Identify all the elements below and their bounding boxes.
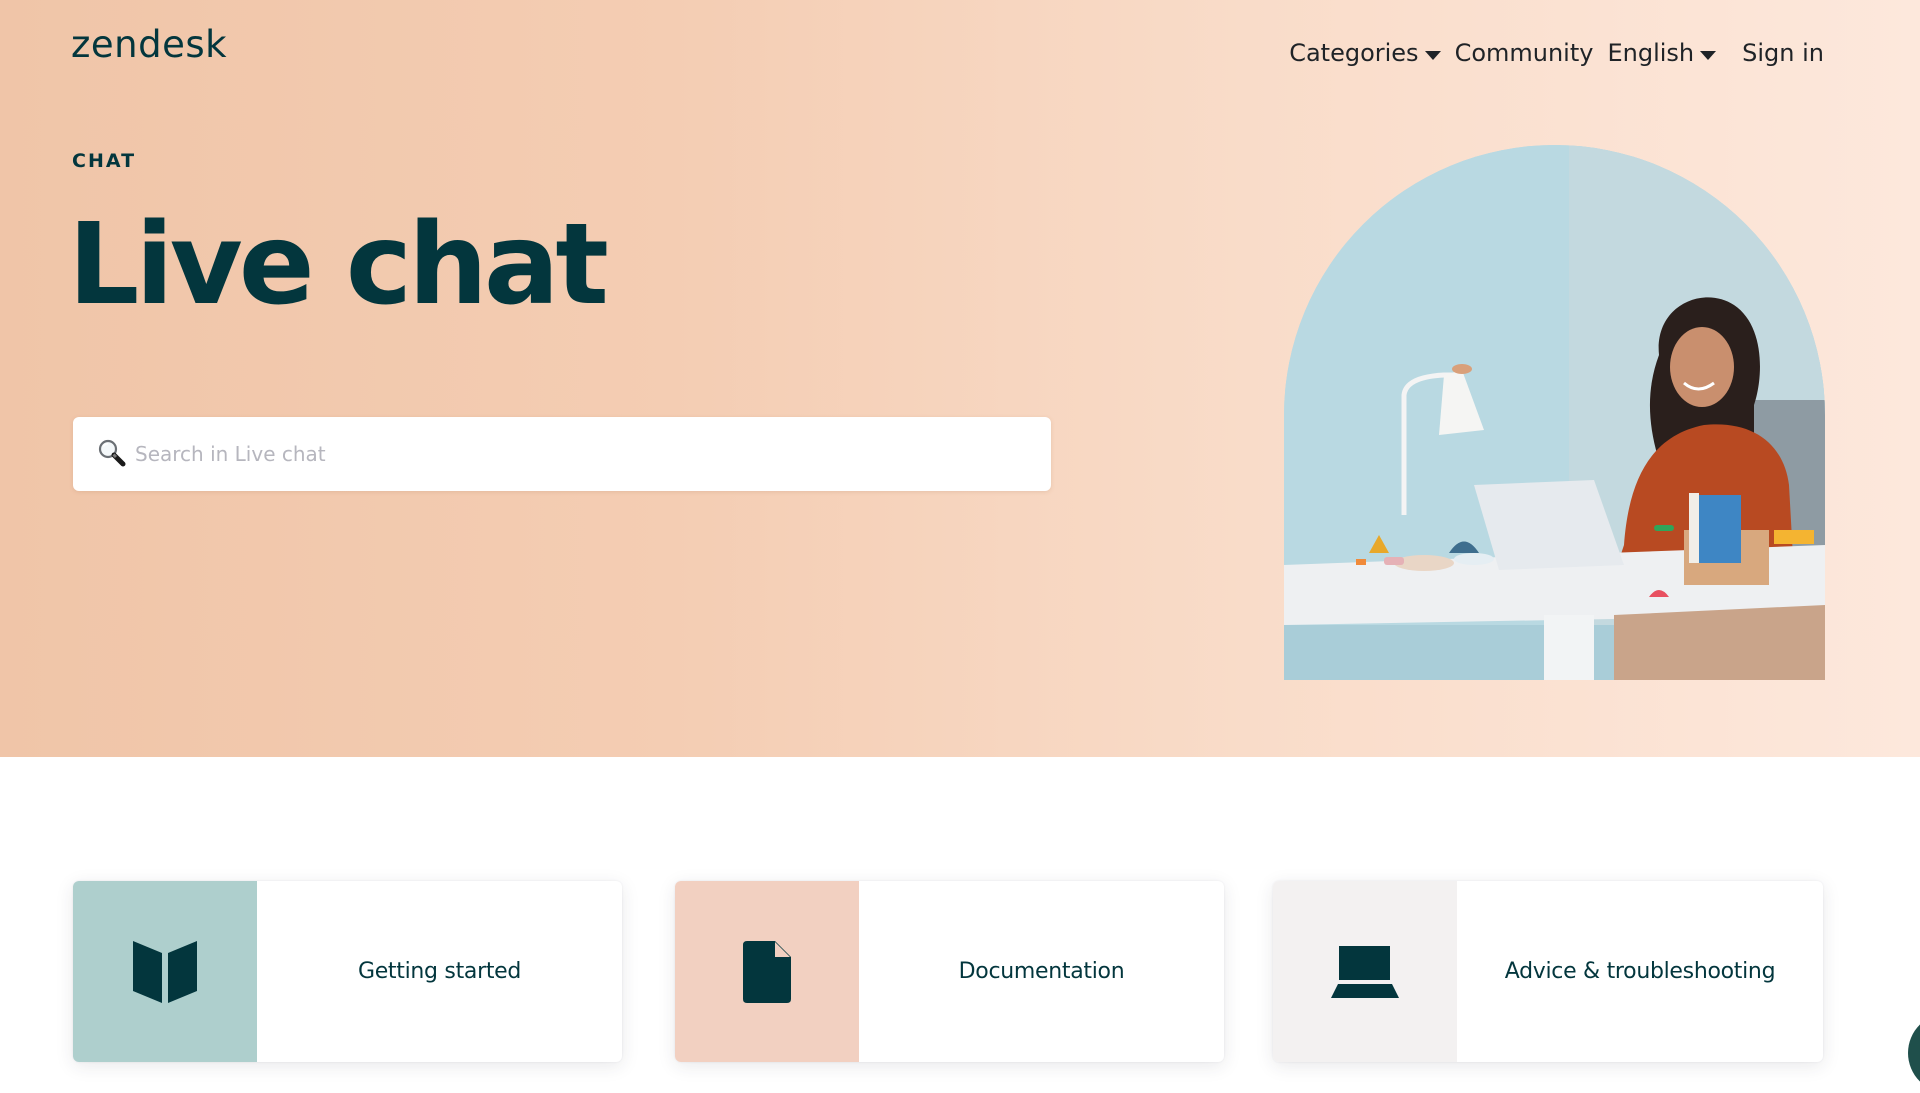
search-box[interactable] xyxy=(73,417,1051,491)
chevron-down-icon xyxy=(1700,50,1717,60)
nav-sign-in-label: Sign in xyxy=(1742,39,1824,67)
card-icon-panel xyxy=(675,881,859,1062)
nav-sign-in[interactable]: Sign in xyxy=(1742,36,1824,70)
face xyxy=(1670,327,1734,407)
book-cover xyxy=(1689,493,1699,563)
category-eyebrow: CHAT xyxy=(72,150,137,172)
nav-community-label: Community xyxy=(1454,39,1594,67)
green-marker xyxy=(1654,525,1674,531)
category-cards: Getting started Documentation Advice & t… xyxy=(73,881,1823,1062)
card-label: Documentation xyxy=(958,959,1125,984)
top-nav: Categories Community English Sign in xyxy=(1289,36,1824,70)
card-label: Advice & troubleshooting xyxy=(1504,959,1776,984)
yellow-block xyxy=(1774,530,1814,544)
legs xyxy=(1614,605,1825,680)
desk-leg xyxy=(1544,615,1594,680)
nav-categories-label: Categories xyxy=(1289,39,1419,67)
block-toy xyxy=(1384,557,1404,565)
magnifying-glass-icon xyxy=(98,439,126,467)
chat-widget-button[interactable] xyxy=(1908,1013,1920,1093)
search-input[interactable] xyxy=(135,417,1035,491)
blue-book xyxy=(1696,495,1741,563)
card-documentation[interactable]: Documentation xyxy=(675,881,1224,1062)
chevron-down-icon xyxy=(1424,50,1441,60)
lamp-top xyxy=(1452,364,1472,374)
small-block-toy xyxy=(1356,559,1366,565)
card-getting-started[interactable]: Getting started xyxy=(73,881,622,1062)
nav-categories[interactable]: Categories xyxy=(1289,36,1441,70)
card-icon-panel xyxy=(1273,881,1457,1062)
bowl xyxy=(1454,553,1494,565)
hero-image xyxy=(1284,145,1825,680)
open-book-icon xyxy=(133,940,197,1003)
zendesk-logo[interactable]: zendesk xyxy=(71,22,227,68)
card-icon-panel xyxy=(73,881,257,1062)
laptop-icon xyxy=(1331,945,1399,998)
nav-language[interactable]: English xyxy=(1607,36,1717,70)
hero-section: zendesk Categories Community English Sig… xyxy=(0,0,1920,757)
document-icon xyxy=(743,940,791,1003)
page-title: Live chat xyxy=(68,200,609,330)
card-label: Getting started xyxy=(357,959,522,984)
hero-photo-illustration xyxy=(1284,145,1825,680)
card-advice-troubleshooting[interactable]: Advice & troubleshooting xyxy=(1273,881,1823,1062)
nav-community[interactable]: Community xyxy=(1455,36,1594,70)
nav-language-label: English xyxy=(1607,39,1695,67)
